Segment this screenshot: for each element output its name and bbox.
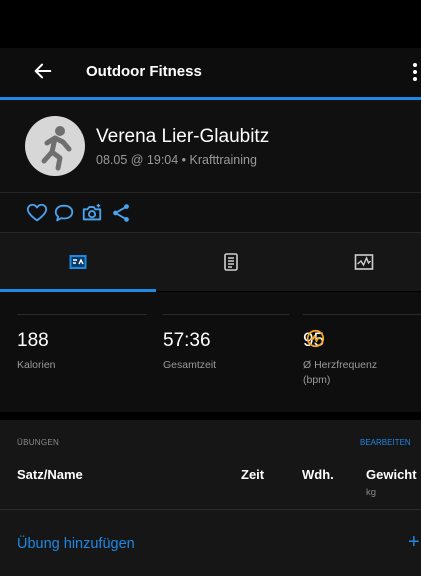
back-arrow-icon[interactable] bbox=[32, 60, 54, 82]
exercises-section: ÜBUNGEN BEARBEITEN Satz/Name Zeit Wdh. G… bbox=[0, 420, 421, 576]
activity-header: Verena Lier-Glaubitz 08.05 @ 19:04 • Kra… bbox=[0, 100, 421, 192]
stats-panel: 188 Kalorien 57:36 Gesamtzeit 95 Ø Herzf… bbox=[0, 292, 421, 412]
tab-charts[interactable] bbox=[306, 233, 421, 291]
add-exercise-button[interactable]: Übung hinzufügen bbox=[17, 536, 135, 552]
status-bar bbox=[0, 0, 421, 48]
activity-subtitle: 08.05 @ 19:04 • Krafttraining bbox=[96, 153, 257, 167]
details-tab-icon bbox=[224, 253, 238, 271]
comment-icon[interactable] bbox=[53, 202, 75, 224]
edit-exercises-link[interactable]: BEARBEITEN bbox=[360, 438, 411, 447]
calories-label: Kalorien bbox=[17, 359, 56, 371]
column-reps: Wdh. bbox=[302, 467, 334, 482]
stat-divider bbox=[303, 314, 421, 315]
athlete-name: Verena Lier-Glaubitz bbox=[96, 126, 270, 147]
calories-value: 188 bbox=[17, 330, 49, 351]
tab-bar bbox=[0, 233, 421, 291]
total-time-label: Gesamtzeit bbox=[163, 359, 217, 371]
heart-rate-icon bbox=[306, 329, 325, 348]
column-weight-unit: kg bbox=[366, 487, 377, 498]
column-time: Zeit bbox=[241, 467, 265, 482]
heart-rate-label: Ø Herzfrequenz (bpm) bbox=[303, 359, 378, 386]
more-vert-icon[interactable] bbox=[410, 60, 420, 84]
tab-details[interactable] bbox=[156, 233, 306, 291]
camera-icon[interactable] bbox=[81, 202, 103, 224]
stat-divider bbox=[163, 314, 289, 315]
share-icon[interactable] bbox=[110, 202, 132, 224]
column-weight: Gewicht bbox=[366, 467, 417, 482]
app-bar: Outdoor Fitness bbox=[0, 48, 421, 98]
runner-icon bbox=[41, 126, 72, 171]
tab-overview[interactable] bbox=[0, 233, 156, 291]
chart-tab-icon bbox=[354, 254, 373, 270]
column-set-name: Satz/Name bbox=[17, 467, 83, 482]
total-time-value: 57:36 bbox=[163, 330, 211, 351]
heart-icon[interactable] bbox=[26, 202, 48, 224]
exercises-divider bbox=[0, 509, 421, 510]
action-bar bbox=[0, 193, 421, 233]
avatar[interactable] bbox=[25, 116, 85, 176]
stats-tab-icon bbox=[69, 255, 87, 269]
stat-divider bbox=[17, 314, 147, 315]
add-exercise-plus[interactable]: + bbox=[408, 531, 420, 554]
page-title: Outdoor Fitness bbox=[86, 63, 202, 80]
exercises-section-title: ÜBUNGEN bbox=[17, 438, 60, 447]
